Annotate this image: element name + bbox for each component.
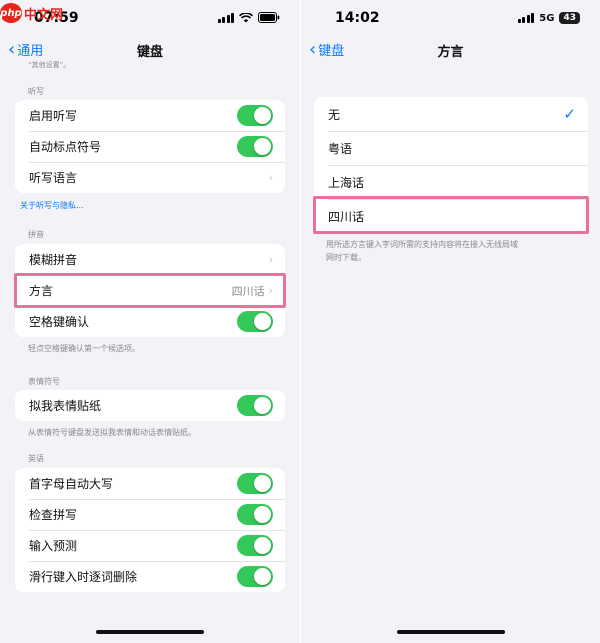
checkmark-icon: ✓ bbox=[563, 105, 576, 123]
row-label: 模糊拼音 bbox=[29, 253, 78, 267]
watermark-logo: php 中文网 bbox=[0, 0, 64, 26]
row-fuzzy-pinyin[interactable]: 模糊拼音 › bbox=[15, 244, 285, 275]
slide-delete-toggle[interactable] bbox=[237, 566, 273, 587]
option-label: 粤语 bbox=[328, 141, 353, 156]
dialect-screen: 14:02 5G 43 ‹ 键盘 方言 无 ✓ 粤语 上海话 四川话 用所选方言… bbox=[300, 0, 600, 643]
section-header-pinyin: 拼音 bbox=[28, 230, 44, 239]
section-header-dictation: 听写 bbox=[28, 87, 44, 96]
row-label: 启用听写 bbox=[29, 109, 78, 123]
home-indicator bbox=[96, 630, 204, 634]
watermark-badge: php bbox=[0, 3, 22, 23]
dialect-value: 四川话 bbox=[231, 284, 265, 298]
signal-icon bbox=[517, 13, 535, 23]
auto-capitalization-toggle[interactable] bbox=[237, 473, 273, 494]
emoji-footnote: 从表情符号键盘发送拟我表情和动话表情贴纸。 bbox=[28, 428, 196, 437]
scrolled-text: “其他设置”。 bbox=[28, 61, 71, 69]
section-header-emoji: 表情符号 bbox=[28, 377, 60, 386]
memoji-stickers-toggle[interactable] bbox=[237, 395, 273, 416]
option-label: 上海话 bbox=[328, 175, 365, 190]
row-check-spelling: 检查拼写 bbox=[15, 499, 285, 530]
chevron-right-icon: › bbox=[268, 284, 273, 297]
home-indicator bbox=[396, 630, 505, 634]
dialect-option-none[interactable]: 无 ✓ bbox=[314, 97, 588, 131]
page-title: 方言 bbox=[437, 45, 464, 60]
option-label: 四川话 bbox=[328, 209, 365, 224]
row-label: 自动标点符号 bbox=[29, 140, 102, 154]
status-icons bbox=[217, 12, 281, 23]
section-header-english: 英语 bbox=[28, 454, 44, 463]
signal-icon bbox=[217, 12, 234, 23]
row-label: 检查拼写 bbox=[29, 508, 78, 522]
chevron-right-icon: › bbox=[268, 253, 273, 266]
dialect-option-cantonese[interactable]: 粤语 bbox=[314, 131, 588, 165]
row-label: 听写语言 bbox=[29, 171, 78, 185]
dialect-option-sichuanese[interactable]: 四川话 bbox=[314, 199, 588, 233]
keyboard-settings-screen: 07:59 php 中文网 ‹ 通用 键盘 “其他设置”。 听写 启用听写 自动… bbox=[0, 0, 300, 643]
emoji-group: 拟我表情贴纸 bbox=[15, 390, 285, 421]
dialect-option-shanghainese[interactable]: 上海话 bbox=[314, 165, 588, 199]
row-dictation-languages[interactable]: 听写语言 › bbox=[15, 162, 285, 193]
enable-dictation-toggle[interactable] bbox=[237, 105, 273, 126]
dictation-group: 启用听写 自动标点符号 听写语言 › bbox=[15, 100, 285, 193]
dialect-options-group: 无 ✓ 粤语 上海话 四川话 bbox=[314, 97, 588, 233]
row-dialect[interactable]: 方言 四川话 › bbox=[15, 275, 285, 306]
row-label: 输入预测 bbox=[29, 539, 78, 553]
dictation-privacy-link[interactable]: 关于听写与隐私... bbox=[20, 200, 84, 211]
space-confirm-toggle[interactable] bbox=[237, 311, 273, 332]
dialect-footnote-line-2: 网时下载。 bbox=[326, 253, 366, 262]
row-label: 拟我表情贴纸 bbox=[29, 399, 102, 413]
watermark-text: 中文网 bbox=[24, 7, 64, 23]
wifi-icon bbox=[239, 12, 253, 23]
row-label: 滑行键入时逐词删除 bbox=[29, 570, 138, 584]
option-label: 无 bbox=[328, 107, 341, 122]
battery-icon bbox=[258, 12, 280, 23]
predictive-toggle[interactable] bbox=[237, 535, 273, 556]
chevron-right-icon: › bbox=[268, 171, 273, 184]
status-icons: 5G 43 bbox=[517, 12, 580, 24]
row-label: 首字母自动大写 bbox=[29, 477, 114, 491]
row-slide-delete: 滑行键入时逐词删除 bbox=[15, 561, 285, 592]
row-space-confirm: 空格键确认 bbox=[15, 306, 285, 337]
row-label: 空格键确认 bbox=[29, 315, 90, 329]
status-bar: 14:02 5G 43 bbox=[301, 0, 600, 34]
nav-bar: ‹ 通用 键盘 bbox=[0, 38, 300, 62]
pinyin-footnote: 轻点空格键确认第一个候选项。 bbox=[28, 344, 140, 353]
network-label: 5G bbox=[539, 12, 555, 24]
row-memoji-stickers: 拟我表情贴纸 bbox=[15, 390, 285, 421]
row-predictive: 输入预测 bbox=[15, 530, 285, 561]
screenshot-composite: 07:59 php 中文网 ‹ 通用 键盘 “其他设置”。 听写 启用听写 自动… bbox=[0, 0, 600, 643]
row-label: 方言 bbox=[29, 284, 54, 298]
page-title: 键盘 bbox=[136, 45, 163, 60]
nav-bar: ‹ 键盘 方言 bbox=[301, 38, 600, 62]
battery-icon: 43 bbox=[559, 12, 580, 24]
english-group: 首字母自动大写 检查拼写 输入预测 滑行键入时逐词删除 bbox=[15, 468, 285, 592]
auto-punctuation-toggle[interactable] bbox=[237, 136, 273, 157]
row-enable-dictation: 启用听写 bbox=[15, 100, 285, 131]
status-time: 14:02 bbox=[335, 10, 380, 26]
check-spelling-toggle[interactable] bbox=[237, 504, 273, 525]
row-auto-punctuation: 自动标点符号 bbox=[15, 131, 285, 162]
pinyin-group: 模糊拼音 › 方言 四川话 › 空格键确认 bbox=[15, 244, 285, 337]
row-auto-capitalization: 首字母自动大写 bbox=[15, 468, 285, 499]
dialect-footnote-line-1: 用所选方言键入字词所需的支持内容将在接入无线局域 bbox=[326, 240, 518, 249]
